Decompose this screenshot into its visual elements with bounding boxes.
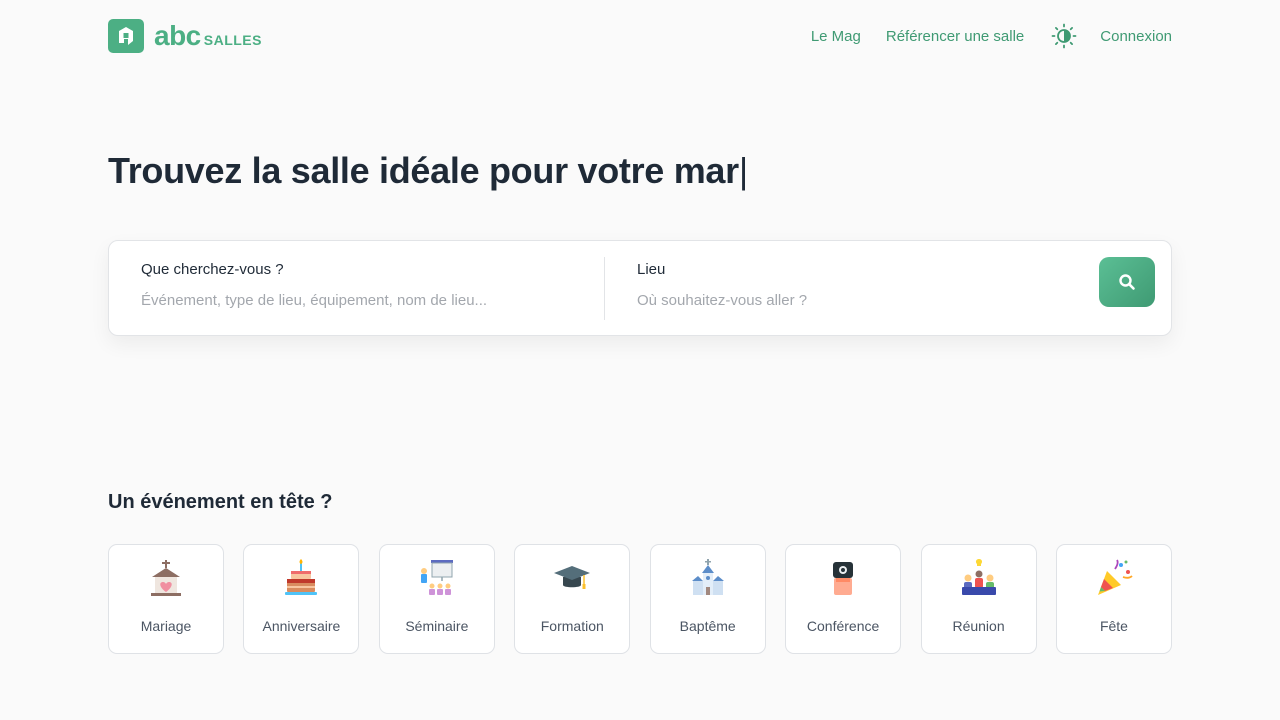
event-card-conference[interactable]: Conférence bbox=[785, 544, 902, 654]
theme-toggle-button[interactable] bbox=[1051, 23, 1077, 49]
search-button[interactable] bbox=[1099, 257, 1155, 307]
what-field[interactable]: Que cherchez-vous ? bbox=[141, 257, 581, 309]
event-card-fete[interactable]: Fête bbox=[1055, 544, 1172, 654]
logo[interactable]: abc SALLES bbox=[108, 19, 262, 53]
meeting-icon bbox=[960, 559, 998, 597]
sun-half-icon bbox=[1051, 23, 1077, 49]
event-card-anniversaire[interactable]: Anniversaire bbox=[243, 544, 360, 654]
events-section-title: Un événement en tête ? bbox=[108, 491, 333, 513]
what-search-input[interactable] bbox=[141, 292, 581, 309]
nav-link-le-mag[interactable]: Le Mag bbox=[811, 28, 861, 45]
event-card-formation[interactable]: Formation bbox=[514, 544, 631, 654]
event-card-label: Conférence bbox=[806, 618, 880, 634]
event-card-label: Séminaire bbox=[405, 618, 469, 634]
hero-title: Trouvez la salle idéale pour votre mar| bbox=[108, 150, 748, 192]
event-card-label: Mariage bbox=[140, 618, 192, 634]
event-card-label: Formation bbox=[540, 618, 604, 634]
event-card-label: Réunion bbox=[952, 618, 1005, 634]
where-location-input[interactable] bbox=[637, 292, 1077, 309]
logo-salles-text: SALLES bbox=[203, 32, 262, 48]
logo-abc-text: abc bbox=[154, 20, 201, 51]
typing-caret: | bbox=[738, 150, 748, 191]
search-card: Que cherchez-vous ? Lieu bbox=[108, 240, 1172, 336]
graduation-cap-icon bbox=[553, 559, 591, 597]
cake-icon bbox=[282, 559, 320, 597]
nav-link-connexion[interactable]: Connexion bbox=[1100, 28, 1172, 45]
hero-title-text: Trouvez la salle idéale pour votre mar bbox=[108, 150, 739, 191]
what-label: Que cherchez-vous ? bbox=[141, 261, 284, 278]
event-card-reunion[interactable]: Réunion bbox=[920, 544, 1037, 654]
where-label: Lieu bbox=[637, 261, 666, 278]
field-divider bbox=[604, 257, 605, 320]
presentation-icon bbox=[418, 559, 456, 597]
event-card-mariage[interactable]: Mariage bbox=[108, 544, 224, 654]
speaker-icon bbox=[824, 559, 862, 597]
event-card-bapteme[interactable]: Baptême bbox=[649, 544, 766, 654]
event-cards: Mariage Anniversaire Séminaire Formation… bbox=[108, 544, 1172, 654]
logo-mark-icon bbox=[108, 19, 144, 53]
church-icon bbox=[689, 559, 727, 597]
event-card-label: Baptême bbox=[679, 618, 736, 634]
nav-link-referencer-salle[interactable]: Référencer une salle bbox=[886, 28, 1024, 45]
main-nav: Le Mag Référencer une salle Connexion bbox=[811, 23, 1172, 49]
event-card-label: Anniversaire bbox=[262, 618, 341, 634]
event-card-seminaire[interactable]: Séminaire bbox=[378, 544, 495, 654]
where-field[interactable]: Lieu bbox=[637, 257, 1077, 309]
party-popper-icon bbox=[1095, 559, 1133, 597]
chapel-icon bbox=[147, 559, 185, 597]
search-icon bbox=[1119, 274, 1135, 290]
site-header: abc SALLES Le Mag Référencer une salle C… bbox=[108, 18, 1172, 54]
event-card-label: Fête bbox=[1099, 618, 1128, 634]
